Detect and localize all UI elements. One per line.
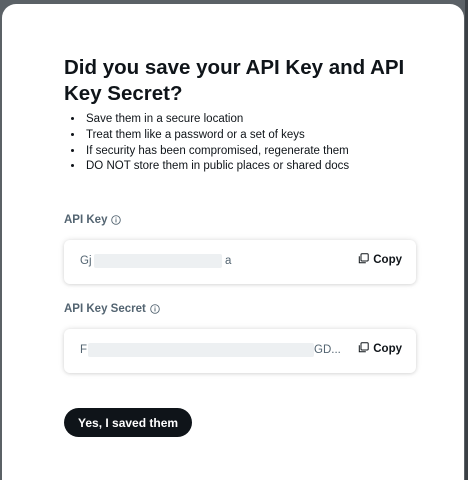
api-key-label-row: API Key [64,214,122,226]
list-item: Treat them like a password or a set of k… [84,128,349,144]
api-key-card: Gj a Copy [64,240,416,284]
instructions-list: Save them in a secure location Treat the… [68,112,349,175]
api-key-secret-redacted [88,343,314,357]
api-key-secret-card: F GD... Copy [64,329,416,373]
list-item: Save them in a secure location [84,112,349,128]
confirm-saved-button[interactable]: Yes, I saved them [64,408,193,437]
list-item: If security has been compromised, regene… [84,144,349,160]
api-key-value-start: Gj [80,255,92,267]
api-key-value-end: a [225,255,232,267]
copy-api-key-button[interactable]: Copy [358,253,402,267]
save-keys-dialog: Did you save your API Key and API Key Se… [2,4,464,480]
list-item: DO NOT store them in public places or sh… [84,159,349,175]
api-key-label: API Key [64,214,108,226]
copy-label: Copy [373,343,402,355]
copy-icon [358,342,369,356]
copy-api-key-secret-button[interactable]: Copy [358,342,402,356]
api-key-secret-value-start: F [80,344,88,356]
api-key-secret-label-row: API Key Secret [64,303,160,315]
copy-icon [358,253,369,267]
copy-label: Copy [373,254,402,266]
info-circle-icon[interactable] [150,304,160,314]
api-key-redacted [94,254,222,268]
info-circle-icon[interactable] [111,215,122,225]
api-key-secret-value-end: GD... [314,344,341,356]
dialog-title: Did you save your API Key and API Key Se… [64,56,405,105]
api-key-secret-label: API Key Secret [64,303,146,315]
